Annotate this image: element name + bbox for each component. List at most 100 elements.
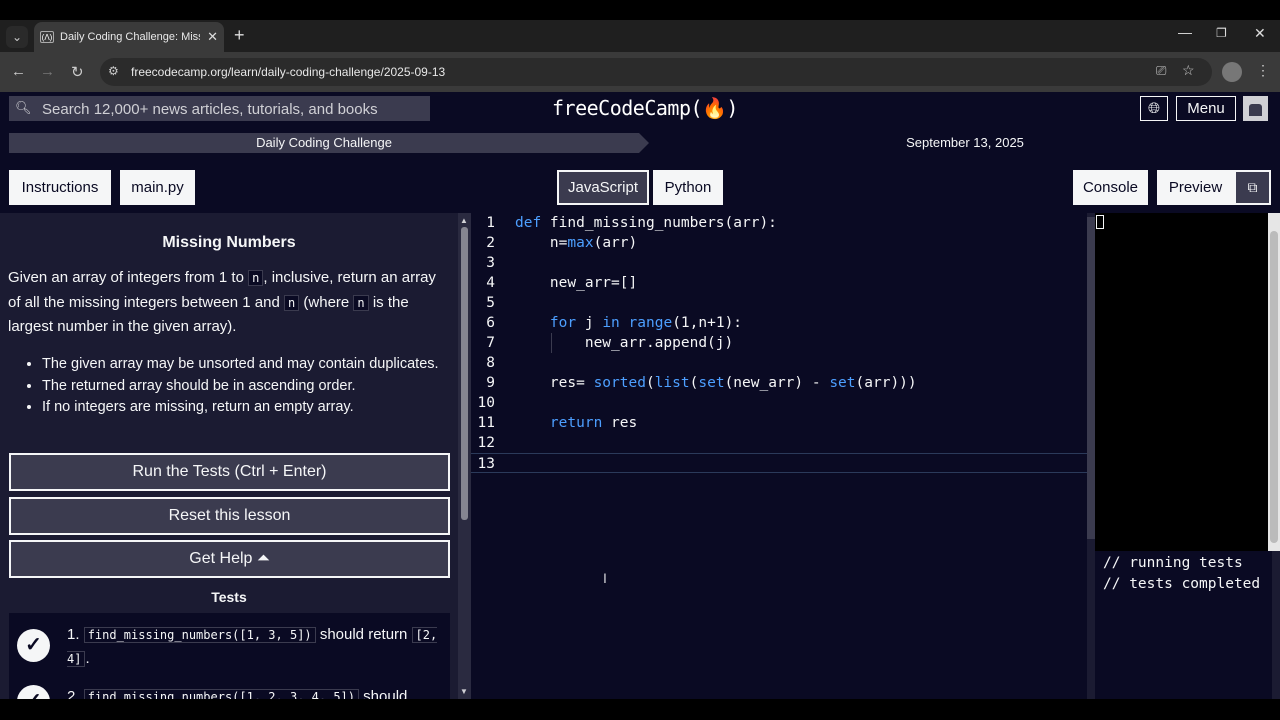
scroll-up-icon[interactable]: ▲ (460, 216, 468, 225)
code-token: new_arr.append(j) (515, 335, 734, 351)
console-button[interactable]: Console (1073, 170, 1148, 205)
test-desc: should (359, 688, 408, 699)
code-text[interactable]: return res (515, 413, 637, 433)
code-token: (new_arr) - (724, 375, 830, 391)
rule-item: The given array may be unsorted and may … (42, 354, 442, 376)
breadcrumb-section[interactable]: Daily Coding Challenge (9, 133, 639, 153)
instructions-scrollbar[interactable]: ▲ ▼ (458, 213, 471, 699)
code-token: find_missing_numbers(arr): (541, 215, 777, 231)
menu-button[interactable]: Menu (1176, 96, 1236, 121)
code-token: j (576, 315, 603, 331)
code-line[interactable]: 13 (471, 453, 1087, 473)
challenge-description: Given an array of integers from 1 to n, … (8, 266, 448, 339)
install-icon[interactable]: ⎚ (1156, 63, 1166, 79)
preview-pane[interactable] (1095, 213, 1268, 551)
console-line: // running tests (1103, 555, 1243, 571)
breadcrumb: Daily Coding Challenge September 13, 202… (0, 125, 1280, 161)
scroll-down-icon[interactable]: ▼ (460, 687, 468, 696)
file-tab-main-py[interactable]: main.py (120, 170, 195, 205)
code-line[interactable]: 8 (471, 353, 1087, 373)
line-number: 6 (486, 315, 495, 331)
forward-icon[interactable]: → (40, 63, 55, 80)
console-line: // tests completed (1103, 576, 1261, 592)
code-line[interactable]: 4 new_arr=[] (471, 273, 1087, 293)
code-token: res (602, 415, 638, 431)
test-code: find_missing_numbers([1, 2, 3, 4, 5]) (83, 689, 359, 699)
line-number: 12 (477, 435, 495, 451)
desc-text: (where (299, 293, 354, 311)
tests-heading: Tests (211, 589, 247, 605)
code-token: in (602, 315, 620, 331)
check-icon: ✓ (17, 629, 50, 662)
rule-item: The returned array should be in ascendin… (42, 376, 442, 398)
line-number: 11 (477, 415, 495, 431)
new-tab-plus-icon[interactable]: + (234, 25, 245, 46)
python-language-button[interactable]: Python (653, 170, 723, 205)
code-line[interactable]: 11 return res (471, 413, 1087, 433)
url-text[interactable]: freecodecamp.org/learn/daily-coding-chal… (131, 65, 445, 79)
star-icon[interactable]: ☆ (1182, 62, 1195, 79)
search-icon: 🔍︎ (15, 100, 32, 115)
url-input[interactable]: ⚙ freecodecamp.org/learn/daily-coding-ch… (100, 58, 1212, 86)
tab-list-icon[interactable]: ⌄ (6, 26, 28, 48)
code-editor[interactable]: 1 def find_missing_numbers(arr): 2 n=max(a… (471, 213, 1087, 699)
close-icon[interactable]: ✕ (207, 29, 218, 45)
scrollbar-thumb[interactable] (461, 227, 468, 520)
code-line[interactable]: 3 (471, 253, 1087, 273)
code-line[interactable]: 7 new_arr.append(j) (471, 333, 1087, 353)
restore-icon[interactable]: ❐ (1216, 26, 1227, 40)
avatar[interactable] (1243, 96, 1268, 121)
code-token: res= (515, 375, 594, 391)
kebab-menu-icon[interactable]: ⋮ (1256, 62, 1270, 79)
code-line[interactable]: 9 res= sorted(list(set(new_arr) - set(ar… (471, 373, 1087, 393)
get-help-button[interactable]: Get Help ⏶ (9, 540, 450, 578)
code-token: (arr) (593, 235, 638, 251)
test-text: 2. find_missing_numbers([1, 2, 3, 4, 5])… (67, 685, 442, 699)
instructions-button[interactable]: Instructions (9, 170, 111, 205)
code-token: (arr))) (855, 375, 917, 391)
run-tests-button[interactable]: Run the Tests (Ctrl + Enter) (9, 453, 450, 491)
code-line[interactable]: 5 (471, 293, 1087, 313)
code-text[interactable]: res= sorted(list(set(new_arr) - set(arr)… (515, 373, 917, 393)
inline-code-n: n (284, 294, 300, 311)
javascript-language-button[interactable]: JavaScript (557, 170, 649, 205)
globe-icon[interactable]: 🌐︎ (1140, 96, 1168, 121)
code-text[interactable]: for j in range(1,n+1): (515, 313, 742, 333)
back-icon[interactable]: ← (11, 63, 26, 80)
browser-tab[interactable]: (Λ) Daily Coding Challenge: Missing Numb… (34, 22, 224, 52)
search-input[interactable]: 🔍︎ Search 12,000+ news articles, tutoria… (9, 96, 430, 121)
console-scrollbar[interactable] (1272, 551, 1280, 699)
tab-title: Daily Coding Challenge: Missing Numbers (60, 31, 200, 43)
scrollbar-thumb[interactable] (1087, 217, 1095, 539)
close-window-icon[interactable]: ✕ (1254, 25, 1266, 42)
test-item: ✓ 2. find_missing_numbers([1, 2, 3, 4, 5… (9, 675, 450, 699)
site-info-icon[interactable]: ⚙ (108, 64, 119, 78)
line-number: 4 (486, 275, 495, 291)
code-text[interactable]: new_arr.append(j) (515, 333, 733, 353)
reload-icon[interactable]: ↻ (71, 63, 84, 81)
reset-lesson-button[interactable]: Reset this lesson (9, 497, 450, 535)
code-line[interactable]: 10 (471, 393, 1087, 413)
test-text: 1. find_missing_numbers([1, 3, 5]) shoul… (67, 623, 442, 671)
line-number: 8 (486, 355, 495, 371)
code-text[interactable]: def find_missing_numbers(arr): (515, 213, 777, 233)
scrollbar-thumb[interactable] (1270, 231, 1278, 543)
fcc-logo[interactable]: freeCodeCamp(🔥) (552, 96, 738, 120)
code-line[interactable]: 6 for j in range(1,n+1): (471, 313, 1087, 333)
preview-scrollbar[interactable] (1268, 213, 1280, 551)
code-token: range (628, 315, 673, 331)
code-line[interactable]: 2 n=max(arr) (471, 233, 1087, 253)
minimize-icon[interactable]: — (1178, 24, 1192, 40)
test-desc: should return (315, 626, 412, 643)
editor-scrollbar[interactable] (1087, 213, 1095, 699)
code-token: def (515, 215, 542, 231)
code-line[interactable]: 1 def find_missing_numbers(arr): (471, 213, 1087, 233)
profile-avatar[interactable] (1222, 62, 1242, 82)
code-text[interactable]: n=max(arr) (515, 233, 637, 253)
code-text[interactable]: new_arr=[] (515, 273, 637, 293)
code-line[interactable]: 12 (471, 433, 1087, 453)
challenge-title: Missing Numbers (162, 234, 296, 251)
preview-button[interactable]: Preview (1157, 170, 1234, 205)
popout-preview-icon[interactable]: ⧉ (1234, 170, 1271, 205)
